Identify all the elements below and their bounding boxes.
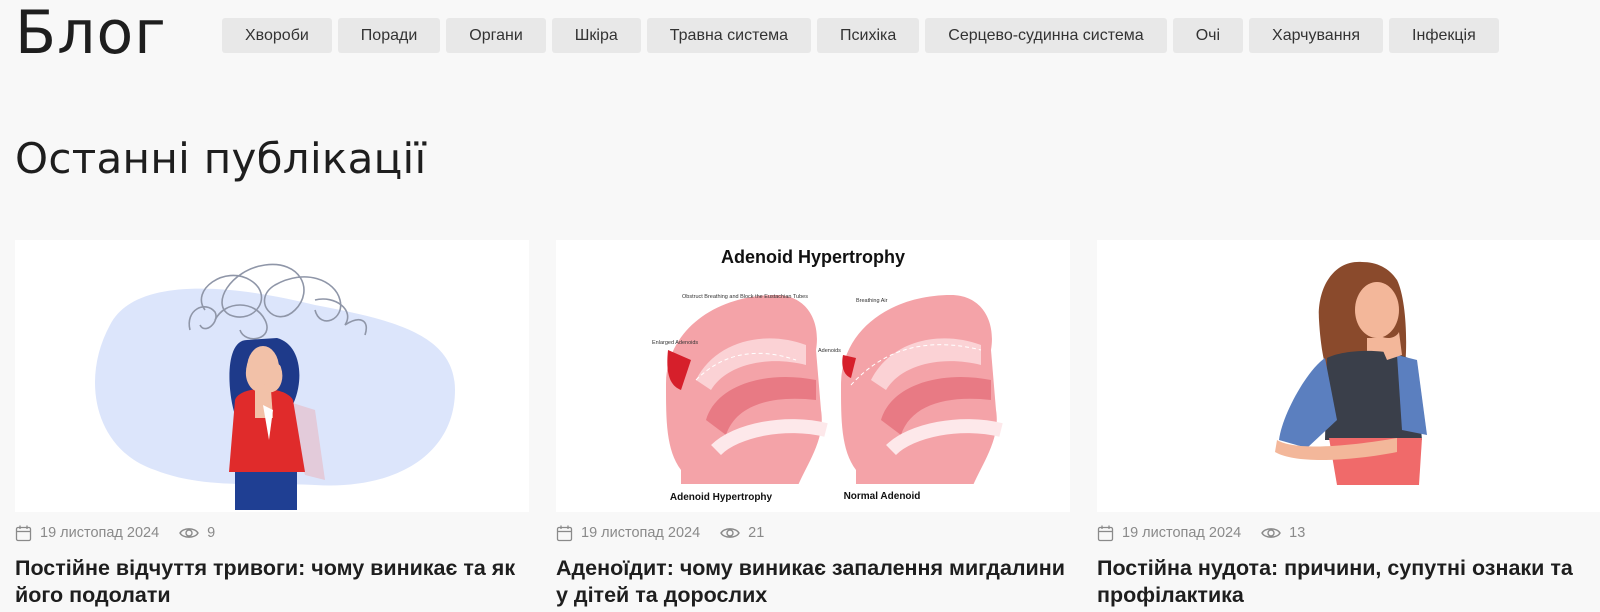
eye-icon <box>1261 526 1281 540</box>
post-date: 19 листопад 2024 <box>581 525 701 541</box>
annot-obstruct: Obstruct Breathing and Block the Eustach… <box>682 294 808 300</box>
post-card: 19 листопад 2024 13 Постійна нудота: при… <box>1097 240 1600 609</box>
tag-infection[interactable]: Інфекція <box>1389 18 1499 53</box>
post-image-anxiety[interactable] <box>15 240 529 512</box>
post-meta: 19 листопад 2024 13 <box>1097 524 1600 542</box>
post-date: 19 листопад 2024 <box>40 525 160 541</box>
post-views: 9 <box>207 525 216 541</box>
post-image-nausea[interactable] <box>1097 240 1600 512</box>
tag-organs[interactable]: Органи <box>446 18 546 53</box>
post-card: Adenoid Hypertrophy Obstruct Breathing a… <box>556 240 1070 609</box>
blog-title: Блог <box>15 0 167 68</box>
post-views: 13 <box>1289 525 1306 541</box>
annot-breathing: Breathing Air <box>856 298 888 304</box>
tag-digestive-system[interactable]: Травна система <box>646 18 812 53</box>
post-meta: 19 листопад 2024 9 <box>15 524 529 542</box>
annot-adenoids: Adenoids <box>818 348 841 354</box>
post-title[interactable]: Постійне відчуття тривоги: чому виникає … <box>15 555 529 609</box>
post-meta: 19 листопад 2024 21 <box>556 524 1070 542</box>
tag-skin[interactable]: Шкіра <box>551 18 641 53</box>
tag-diseases[interactable]: Хвороби <box>222 18 332 53</box>
post-title[interactable]: Аденоїдит: чому виникає запалення мигдал… <box>556 555 1070 609</box>
label-normal: Normal Adenoid <box>844 491 921 502</box>
post-card: 19 листопад 2024 9 Постійне відчуття три… <box>15 240 529 609</box>
calendar-icon <box>1097 525 1114 542</box>
section-title: Останні публікації <box>15 134 427 183</box>
label-hypertrophy: Adenoid Hypertrophy <box>670 492 773 503</box>
annot-enlarged: Enlarged Adenoids <box>652 340 698 346</box>
calendar-icon <box>556 525 573 542</box>
tag-eyes[interactable]: Очі <box>1172 18 1244 53</box>
eye-icon <box>179 526 199 540</box>
calendar-icon <box>15 525 32 542</box>
post-views: 21 <box>748 525 765 541</box>
tag-tips[interactable]: Поради <box>337 18 441 53</box>
post-title[interactable]: Постійна нудота: причини, супутні ознаки… <box>1097 555 1600 609</box>
post-date: 19 листопад 2024 <box>1122 525 1242 541</box>
post-image-adenoid[interactable]: Adenoid Hypertrophy Obstruct Breathing a… <box>556 240 1070 512</box>
tag-nutrition[interactable]: Харчування <box>1249 18 1384 53</box>
eye-icon <box>720 526 740 540</box>
tag-psyche[interactable]: Психіка <box>817 18 920 53</box>
tag-cardiovascular-system[interactable]: Серцево-судинна система <box>925 18 1167 53</box>
diagram-heading: Adenoid Hypertrophy <box>721 247 905 267</box>
category-tags: Хвороби Поради Органи Шкіра Травна система Пс… <box>222 18 1562 63</box>
